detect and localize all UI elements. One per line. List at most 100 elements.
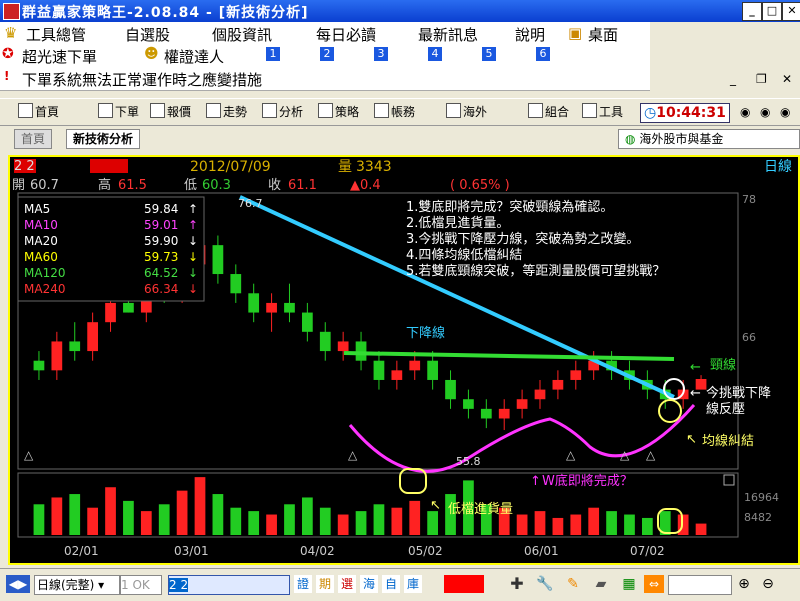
stock-code-input[interactable]: 2 2 xyxy=(168,575,290,595)
circle-button-3[interactable]: ◉ xyxy=(780,103,790,121)
eraser-icon[interactable]: ▰ xyxy=(590,575,612,593)
combo-button[interactable]: 組合 xyxy=(528,103,569,121)
tangle-circle xyxy=(658,399,682,423)
candle-body xyxy=(230,274,242,294)
volume-bar xyxy=(319,507,331,535)
menu-tools[interactable]: 工具總管 xyxy=(26,24,86,45)
tools-icon xyxy=(582,103,597,118)
low-value: 60.3 xyxy=(202,178,231,193)
notice-bar: ! 下單系統無法正常運作時之應變措施 xyxy=(0,66,650,91)
order-button[interactable]: 下單 xyxy=(98,103,139,121)
challenge-label-1: 今挑戰下降 xyxy=(706,385,771,401)
volume-bar xyxy=(212,494,224,535)
volume-bar xyxy=(266,514,277,535)
zoom-out-icon[interactable]: ⊖ xyxy=(758,575,778,593)
nav-arrows-button[interactable]: ◀▶ xyxy=(6,575,30,593)
close-button[interactable]: ✕ xyxy=(782,2,800,21)
tab-overseas-funds[interactable]: ◍ 海外股市與基金 xyxy=(618,129,800,149)
candle-body xyxy=(534,389,546,400)
analysis-button[interactable]: 分析 xyxy=(262,103,303,121)
menu-stock-info[interactable]: 個股資訊 xyxy=(212,24,272,45)
pencil-icon[interactable]: ✎ xyxy=(562,575,584,593)
quote-button[interactable]: 報價 xyxy=(150,103,191,121)
volume-close-icon[interactable] xyxy=(723,474,735,486)
menu-news[interactable]: 最新訊息 xyxy=(418,24,478,45)
menu-watchlist[interactable]: 自選股 xyxy=(125,24,170,45)
period-select[interactable]: 日線(完整) ▾ xyxy=(34,575,120,595)
notice-link[interactable]: 下單系統無法正常運作時之應變措施 xyxy=(22,69,262,90)
close-label: 收 xyxy=(268,178,281,193)
candle-body xyxy=(123,302,134,313)
quick-5-button[interactable]: 5 xyxy=(482,47,496,61)
crosshair-icon[interactable]: ✚ xyxy=(506,575,528,593)
high-value: 61.5 xyxy=(118,178,147,193)
triangle-marker: △ xyxy=(646,448,656,462)
quick-menu: ✪ 超光速下單 ☻ 權證達人 1 2 3 4 5 6 xyxy=(0,44,650,66)
quick-6-button[interactable]: 6 xyxy=(536,47,550,61)
excel-icon[interactable]: ▦ xyxy=(618,575,640,593)
candle-body xyxy=(266,302,277,313)
account-button[interactable]: 帳務 xyxy=(374,103,415,121)
volume-bar xyxy=(87,507,98,535)
self-select-button[interactable]: 自 xyxy=(382,575,400,593)
mdi-close-button[interactable]: ✕ xyxy=(782,72,792,86)
quick-1-button[interactable]: 1 xyxy=(266,47,280,61)
high-label: 高 xyxy=(98,177,111,193)
maximize-button[interactable]: □ xyxy=(762,2,782,21)
order-label: 下單 xyxy=(115,105,140,119)
warrant-link[interactable]: 權證達人 xyxy=(164,46,224,67)
fast-order-link[interactable]: 超光速下單 xyxy=(22,46,97,67)
chart-panel: 2 2 2012/07/09 量 3343 日線 開 60.7 高 61.5 低… xyxy=(8,155,800,565)
x-axis-label: 07/02 xyxy=(630,544,665,558)
volume-bar xyxy=(695,523,707,535)
circle-button-1[interactable]: ◉ xyxy=(740,103,750,121)
menu-help[interactable]: 說明 xyxy=(515,24,545,45)
x-axis-label: 06/01 xyxy=(524,544,559,558)
volume-bar xyxy=(570,514,582,535)
trend-button[interactable]: 走勢 xyxy=(206,103,247,121)
quick-2-button[interactable]: 2 xyxy=(320,47,334,61)
overseas-sec-button[interactable]: 海 xyxy=(360,575,378,593)
tab-home[interactable]: 首頁 xyxy=(14,129,53,149)
analysis-label: 分析 xyxy=(279,105,304,119)
tools-button[interactable]: 工具 xyxy=(582,103,623,121)
volume-bar xyxy=(140,511,152,535)
window-title: 群益贏家策略王-2.08.84 - [新技術分析] xyxy=(22,5,309,21)
pan-icon[interactable]: ⇔ xyxy=(644,575,664,593)
menu-bar: ♛ 工具總管 自選股 個股資訊 每日必讀 最新訊息 說明 ▣ 桌面 xyxy=(0,22,650,44)
clock-icon: ◷ xyxy=(644,105,657,121)
count-input[interactable]: 1 OK xyxy=(120,575,162,595)
quick-4-button[interactable]: 4 xyxy=(428,47,442,61)
volume-bar xyxy=(105,487,116,535)
triangle-marker: △ xyxy=(566,448,576,462)
mdi-restore-button[interactable]: ❐ xyxy=(756,72,767,86)
strategy-button[interactable]: 策略 xyxy=(318,103,359,121)
menu-daily-read[interactable]: 每日必讀 xyxy=(316,24,376,45)
home-button[interactable]: 首頁 xyxy=(18,103,59,121)
quick-3-button[interactable]: 3 xyxy=(374,47,388,61)
title-bar: 群益贏家策略王-2.08.84 - [新技術分析] _ □ ✕ xyxy=(0,0,800,22)
candle-body xyxy=(69,341,81,352)
option-button[interactable]: 選 xyxy=(338,575,356,593)
minimize-button[interactable]: _ xyxy=(742,2,762,21)
volume-bar xyxy=(588,507,600,535)
tab-technical[interactable]: 新技術分析 xyxy=(66,129,141,149)
candle-body xyxy=(355,341,367,361)
scroll-bar[interactable] xyxy=(668,575,732,595)
period-label[interactable]: 日線 xyxy=(764,159,792,175)
tools-label: 工具 xyxy=(599,105,624,119)
zoom-in-icon[interactable]: ⊕ xyxy=(734,575,754,593)
mdi-minimize-button[interactable]: _ xyxy=(730,72,736,86)
futures-button[interactable]: 期 xyxy=(316,575,334,593)
overseas-button[interactable]: 海外 xyxy=(446,103,487,121)
wrench-icon[interactable]: 🔧 xyxy=(534,575,556,593)
circle-button-2[interactable]: ◉ xyxy=(760,103,770,121)
menu-desktop[interactable]: 桌面 xyxy=(588,24,618,45)
sec-button[interactable]: 證 xyxy=(294,575,312,593)
main-toolbar: 首頁 下單 報價 走勢 分析 策略 帳務 海外 組合 工具 ◷10:44:31 … xyxy=(0,98,800,126)
volume-bar xyxy=(606,511,617,535)
volume-bar xyxy=(337,514,349,535)
warrant-icon: ☻ xyxy=(144,46,159,62)
warehouse-button[interactable]: 庫 xyxy=(404,575,422,593)
trend-icon xyxy=(206,103,221,118)
